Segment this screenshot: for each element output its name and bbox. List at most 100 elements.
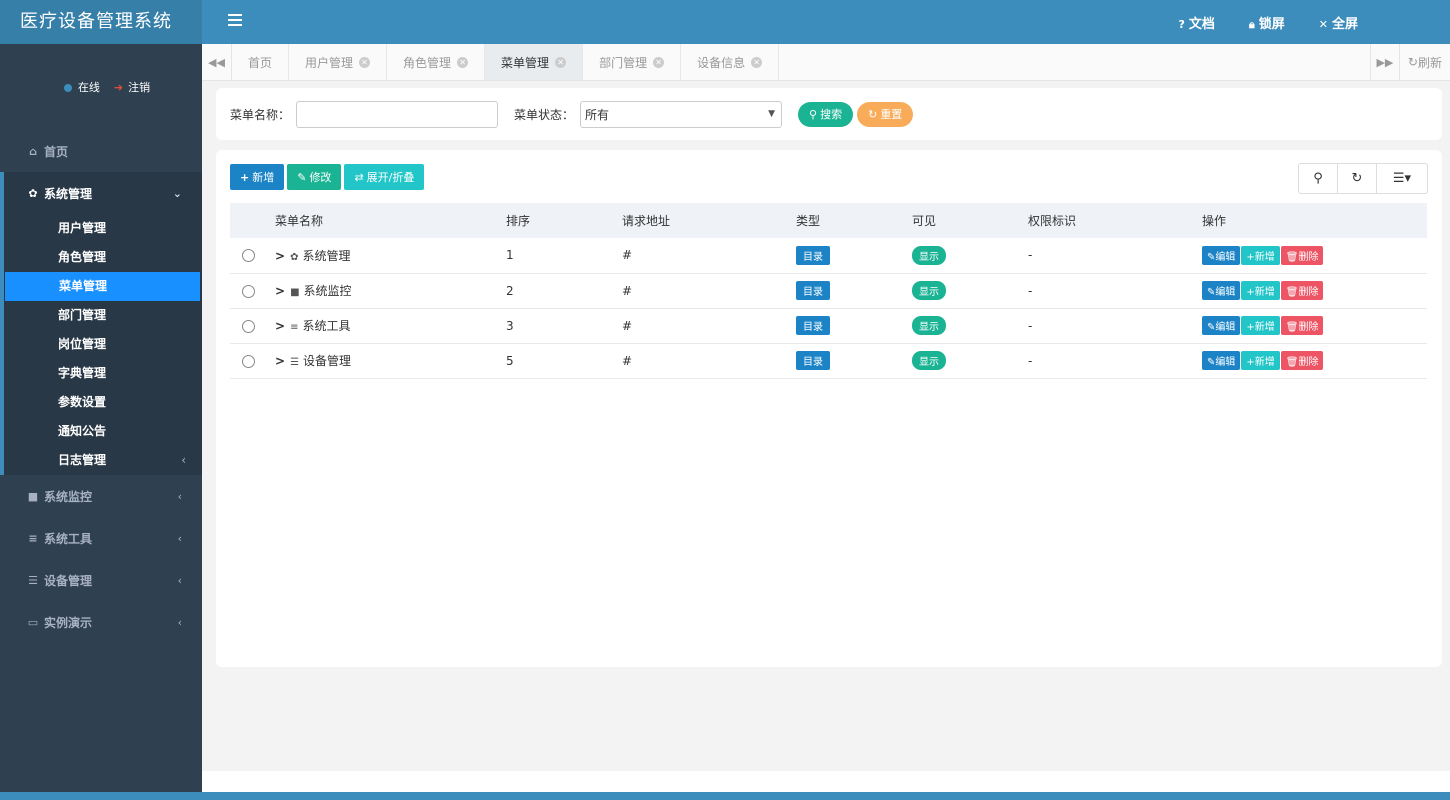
- expand-chevron-icon[interactable]: >: [275, 319, 285, 333]
- menu-toggle-icon[interactable]: [228, 14, 242, 29]
- row-delete-button[interactable]: 🗑︎删除: [1280, 281, 1324, 300]
- close-icon[interactable]: ✕: [457, 56, 469, 68]
- lock-link[interactable]: 🔒︎ 锁屏: [1249, 13, 1285, 32]
- expand-chevron-icon[interactable]: >: [275, 354, 285, 368]
- sidebar-item-dicts[interactable]: 字典管理: [4, 359, 202, 388]
- close-icon[interactable]: ✕: [751, 56, 763, 68]
- close-icon[interactable]: ✕: [653, 56, 665, 68]
- col-visible-header[interactable]: 可见: [912, 203, 1028, 238]
- tab-scroll-right-icon[interactable]: ▶▶: [1369, 44, 1400, 80]
- menu-status-select[interactable]: 所有 ▼: [580, 100, 783, 128]
- tab-depts[interactable]: 部门管理 ✕: [583, 44, 682, 80]
- edit-icon: ✎: [297, 170, 307, 184]
- tab-home-label: 首页: [248, 55, 273, 70]
- row-add-button[interactable]: +新增: [1241, 351, 1280, 370]
- table-search-icon[interactable]: ⚲: [1299, 164, 1338, 193]
- sidebar-item-roles[interactable]: 角色管理: [4, 243, 202, 272]
- tab-scroll-left-icon[interactable]: ◀◀: [202, 44, 232, 80]
- add-button[interactable]: + 新增: [230, 164, 285, 190]
- sidebar-item-notice[interactable]: 通知公告: [4, 417, 202, 446]
- menu-name-input[interactable]: [296, 100, 499, 128]
- tabs-right: ▶▶ ↻ 刷新: [1369, 44, 1450, 80]
- row-edit-button[interactable]: ✎编辑: [1202, 281, 1241, 300]
- col-order-header[interactable]: 排序: [506, 203, 622, 238]
- row-url: #: [622, 283, 633, 298]
- nav-monitor[interactable]: ■ 系统监控 ‹: [0, 475, 202, 517]
- row-radio[interactable]: [242, 284, 255, 298]
- add-button-label: 新增: [252, 171, 275, 184]
- nav-home[interactable]: ⌂ 首页: [0, 130, 202, 172]
- nav-demo[interactable]: ▭ 实例演示 ‹: [0, 601, 202, 643]
- row-radio[interactable]: [242, 319, 255, 333]
- nav-group-system: ✿ 系统管理 ⌄ 用户管理 角色管理 菜单管理 部门管理 岗位管理 字典管理 参数设…: [0, 172, 202, 475]
- row-add-button[interactable]: +新增: [1241, 245, 1280, 265]
- col-type-header[interactable]: 类型: [796, 203, 912, 238]
- nav-home-label: 首页: [44, 144, 69, 159]
- expand-collapse-label: 展开/折叠: [366, 171, 415, 184]
- tab-devices[interactable]: 设备信息 ✕: [681, 44, 780, 80]
- fullscreen-link[interactable]: ✕ 全屏: [1319, 13, 1358, 32]
- tab-roles-label: 角色管理: [403, 55, 452, 70]
- sidebar-item-posts[interactable]: 岗位管理: [4, 330, 202, 359]
- col-perm-header[interactable]: 权限标识: [1028, 203, 1202, 238]
- row-add-label: 新增: [1254, 251, 1275, 263]
- visible-badge: 显示: [912, 316, 946, 335]
- close-icon[interactable]: ✕: [359, 56, 371, 68]
- nav-monitor-label: 系统监控: [44, 489, 93, 504]
- nav-system[interactable]: ✿ 系统管理 ⌄: [4, 172, 202, 214]
- columns-toggle-icon[interactable]: ☰▾: [1377, 164, 1427, 193]
- sidebar-item-users[interactable]: 用户管理: [4, 214, 202, 243]
- sidebar-item-depts[interactable]: 部门管理: [4, 301, 202, 330]
- row-delete-button[interactable]: 🗑︎删除: [1280, 351, 1324, 370]
- tab-home[interactable]: 首页: [232, 44, 290, 80]
- logout-link[interactable]: ➜ 注销: [114, 79, 150, 95]
- row-radio[interactable]: [242, 354, 255, 368]
- expand-chevron-icon[interactable]: >: [275, 249, 285, 263]
- refresh-button[interactable]: ↻ 刷新: [1400, 44, 1450, 80]
- page-tabs: ◀◀ 首页 用户管理 ✕ 角色管理 ✕ 菜单管理 ✕ 部门管理 ✕ 设备信息 ✕ ▶▶ ↻…: [202, 44, 1450, 81]
- row-edit-button[interactable]: ✎编辑: [1202, 316, 1241, 335]
- table-row[interactable]: > ✿ 系统管理 1 # 目录 显示 - ✎编辑 +新增 🗑︎删除: [230, 238, 1427, 273]
- search-button[interactable]: ⚲ 搜索: [798, 101, 854, 127]
- bottom-bar: [0, 792, 1450, 800]
- edit-button[interactable]: ✎ 修改: [287, 164, 342, 190]
- sidebar-item-logs[interactable]: 日志管理 ‹: [4, 446, 202, 475]
- sidebar-item-menus[interactable]: 菜单管理: [5, 272, 200, 301]
- col-name-header[interactable]: 菜单名称: [266, 203, 506, 238]
- nav-system-label: 系统管理: [44, 186, 93, 201]
- row-radio[interactable]: [242, 249, 255, 263]
- gear-icon: ✿: [28, 186, 38, 200]
- close-icon[interactable]: ✕: [555, 56, 567, 68]
- reset-button[interactable]: ↻ 重置: [857, 101, 914, 127]
- tab-menus[interactable]: 菜单管理 ✕: [485, 44, 584, 80]
- sidebar-item-config[interactable]: 参数设置: [4, 388, 202, 417]
- docs-link[interactable]: ? 文档: [1178, 13, 1214, 32]
- col-url-header[interactable]: 请求地址: [622, 203, 796, 238]
- row-perm: -: [1028, 318, 1033, 333]
- row-add-button[interactable]: +新增: [1241, 316, 1280, 335]
- menu-status-value: 所有: [585, 107, 610, 122]
- row-add-button[interactable]: +新增: [1241, 281, 1280, 300]
- expand-collapse-button[interactable]: ⇄ 展开/折叠: [344, 164, 425, 190]
- row-delete-label: 删除: [1298, 357, 1319, 368]
- logout-icon: ➜: [113, 81, 124, 94]
- sidebar: 医疗设备管理系统 在线 ➜ 注销 ⌂ 首页 ✿ 系统管理 ⌄ 用户管理 角色管理 菜单管…: [0, 0, 202, 800]
- row-edit-button[interactable]: ✎编辑: [1202, 245, 1241, 265]
- row-delete-button[interactable]: 🗑︎删除: [1280, 245, 1324, 265]
- expand-chevron-icon[interactable]: >: [275, 284, 285, 298]
- row-url: #: [622, 318, 633, 333]
- table-refresh-icon[interactable]: ↻: [1338, 164, 1377, 193]
- table-row[interactable]: > ☰ 设备管理 5 # 目录 显示 - ✎编辑 +新增 🗑︎删除: [230, 343, 1427, 378]
- tab-users[interactable]: 用户管理 ✕: [289, 44, 388, 80]
- top-header: ? 文档 🔒︎ 锁屏 ✕ 全屏: [202, 0, 1450, 44]
- table-row[interactable]: > ■ 系统监控 2 # 目录 显示 - ✎编辑 +新增 🗑︎删除: [230, 273, 1427, 308]
- row-delete-button[interactable]: 🗑︎删除: [1280, 316, 1324, 335]
- tab-roles[interactable]: 角色管理 ✕: [387, 44, 486, 80]
- table-row[interactable]: > ≡ 系统工具 3 # 目录 显示 - ✎编辑 +新增 🗑︎删除: [230, 308, 1427, 343]
- bars-icon: ≡: [290, 322, 299, 333]
- row-perm: -: [1028, 353, 1033, 368]
- nav-tools[interactable]: ≡ 系统工具 ‹: [0, 517, 202, 559]
- row-edit-button[interactable]: ✎编辑: [1202, 351, 1241, 370]
- database-icon: ☰: [290, 357, 300, 368]
- nav-devices[interactable]: ☰ 设备管理 ‹: [0, 559, 202, 601]
